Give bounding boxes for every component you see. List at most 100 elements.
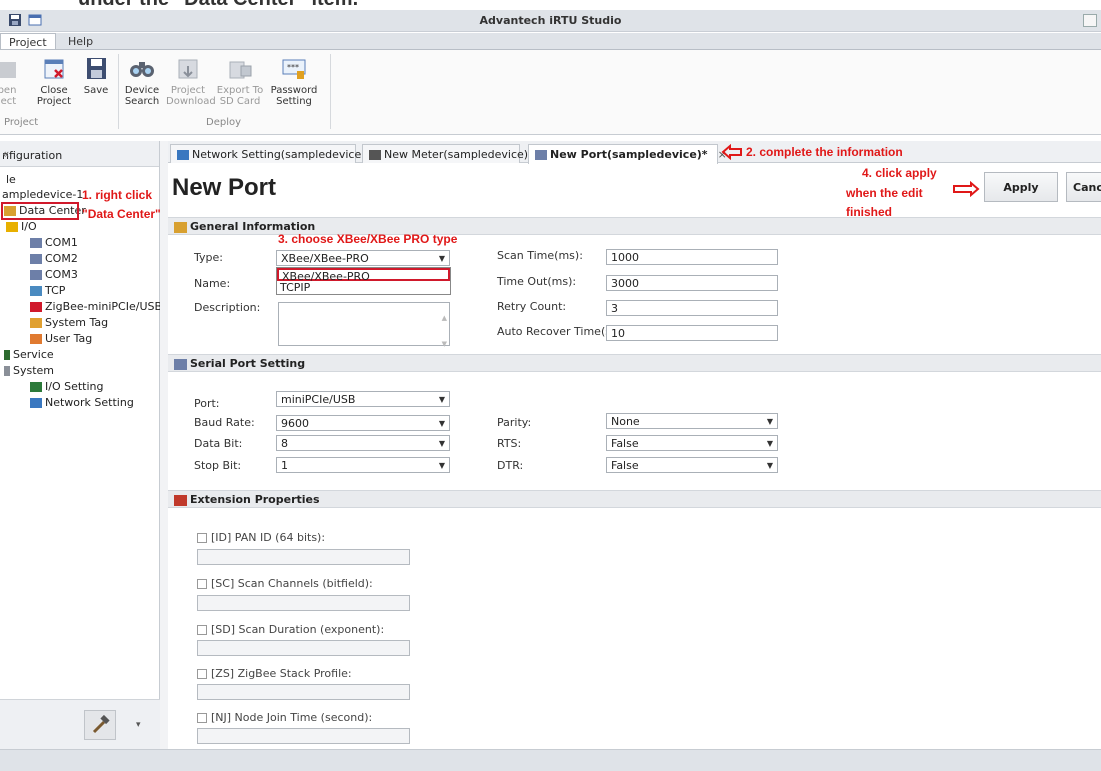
baud-rate-label: Baud Rate: [194, 416, 255, 429]
arrow-right-icon [953, 181, 980, 197]
ribbon: pen ject Close Project Save Device Searc… [0, 49, 1101, 135]
chevron-down-icon: ▼ [766, 417, 773, 426]
tag-icon [30, 334, 42, 344]
tree-item-com2[interactable]: COM2 [30, 252, 78, 266]
serial-port-icon [30, 238, 42, 248]
zigbee-stack-profile-checkbox[interactable]: [ZS] ZigBee Stack Profile: [197, 667, 352, 680]
project-download-button[interactable]: Project Download [166, 56, 216, 107]
tree-item-user-tag[interactable]: User Tag [30, 332, 92, 346]
hammer-icon[interactable] [84, 710, 116, 740]
splitter-handle[interactable] [160, 141, 168, 749]
scan-duration-input[interactable] [197, 640, 410, 656]
menu-tab-help[interactable]: Help [60, 33, 101, 50]
port-label: Port: [194, 397, 220, 410]
annotation-step3: 3. choose XBee/XBee PRO type [278, 232, 458, 246]
meter-icon [369, 150, 381, 160]
description-label: Description: [194, 301, 261, 314]
annotation-step1: 1. right click [82, 188, 153, 202]
retry-count-input[interactable]: 3 [606, 300, 778, 316]
close-project-icon [40, 56, 68, 82]
properties-icon [174, 494, 187, 506]
tree-item-system[interactable]: System [4, 364, 54, 378]
tree-item-zigbee[interactable]: ZigBee-miniPCIe/USB [30, 300, 162, 314]
type-label: Type: [194, 251, 223, 264]
chevron-down-icon: ▼ [438, 461, 445, 470]
download-icon [174, 56, 202, 82]
password-setting-button[interactable]: *** Password Setting [270, 56, 318, 107]
tree-item-service[interactable]: Service [4, 348, 54, 362]
tab-new-meter[interactable]: New Meter(sampledevice) [362, 144, 528, 163]
title-bar: Advantech iRTU Studio [0, 10, 1101, 32]
menu-tab-project[interactable]: Project [0, 33, 56, 50]
scan-duration-checkbox[interactable]: [SD] Scan Duration (exponent): [197, 623, 384, 636]
info-section-icon [174, 221, 187, 233]
stop-bit-select[interactable]: 1 ▼ [276, 457, 450, 473]
ribbon-group-project: Project [4, 117, 39, 128]
tree-item-com3[interactable]: COM3 [30, 268, 78, 282]
node-join-time-input[interactable] [197, 728, 410, 744]
tree-item-io-setting[interactable]: I/O Setting [30, 380, 104, 394]
pan-id-input[interactable] [197, 549, 410, 565]
collapse-icon[interactable]: « [2, 147, 149, 161]
port-select[interactable]: miniPCIe/USB ▼ [276, 391, 450, 407]
password-icon: *** [280, 56, 308, 82]
tab-network-setting[interactable]: Network Setting(sampledevice) [170, 144, 366, 163]
tree-item-tcp[interactable]: TCP [30, 284, 65, 298]
tree-item-module[interactable]: le [6, 173, 16, 187]
type-option-xbee[interactable]: XBee/XBee-PRO [277, 268, 450, 283]
tree-item-network-setting[interactable]: Network Setting [30, 396, 134, 410]
annotation-step2: 2. complete the information [746, 145, 903, 159]
ribbon-separator [330, 54, 331, 129]
timeout-input[interactable]: 3000 [606, 275, 778, 291]
rts-select[interactable]: False ▼ [606, 435, 778, 451]
tree-item-io[interactable]: I/O [6, 220, 37, 234]
sidebar-header: nfiguration « [0, 141, 159, 167]
export-sd-card-button[interactable]: Export To SD Card [216, 56, 264, 107]
section-serial-port-setting: Serial Port Setting [168, 354, 1101, 372]
type-select[interactable]: XBee/XBee-PRO ▼ [276, 250, 450, 266]
name-label: Name: [194, 277, 231, 290]
tab-new-port[interactable]: New Port(sampledevice)* × [528, 144, 727, 164]
scan-channels-input[interactable] [197, 595, 410, 611]
annotation-step4b: when the edit [846, 186, 923, 200]
pan-id-checkbox[interactable]: [ID] PAN ID (64 bits): [197, 531, 325, 544]
stop-bit-label: Stop Bit: [194, 459, 242, 472]
description-textarea[interactable]: ▲ ▼ [278, 302, 450, 348]
sidebar-footer: ▾ [0, 699, 160, 749]
type-dropdown-list: XBee/XBee-PRO TCPIP [276, 267, 451, 295]
serial-port-icon [30, 254, 42, 264]
scan-channels-checkbox[interactable]: [SC] Scan Channels (bitfield): [197, 577, 373, 590]
node-join-time-checkbox[interactable]: [NJ] Node Join Time (second): [197, 711, 372, 724]
data-bit-select[interactable]: 8 ▼ [276, 435, 450, 451]
annotation-step1b: "Data Center" [82, 207, 161, 221]
apply-button[interactable]: Apply [984, 172, 1058, 202]
status-bar [0, 749, 1101, 771]
save-button[interactable]: Save [82, 56, 110, 96]
auto-recover-input[interactable]: 10 [606, 325, 778, 341]
tree-item-com1[interactable]: COM1 [30, 236, 78, 250]
baud-rate-select[interactable]: 9600 ▼ [276, 415, 450, 431]
dtr-select[interactable]: False ▼ [606, 457, 778, 473]
window-control-button[interactable] [1083, 14, 1097, 27]
arrow-left-icon [721, 144, 742, 160]
cancel-button[interactable]: Cancel [1066, 172, 1101, 202]
window-title: Advantech iRTU Studio [479, 14, 622, 27]
close-project-button[interactable]: Close Project [36, 56, 72, 107]
annotation-step4a: 4. click apply [862, 166, 937, 180]
open-project-button[interactable]: pen ject [0, 56, 18, 107]
device-search-button[interactable]: Device Search [124, 56, 160, 107]
chevron-down-icon: ▼ [438, 395, 445, 404]
zigbee-stack-profile-input[interactable] [197, 684, 410, 700]
tcp-icon [30, 286, 42, 296]
checkbox-icon [197, 669, 207, 679]
parity-select[interactable]: None ▼ [606, 413, 778, 429]
caption-strip: under the "Data Center" item. [0, 0, 1101, 10]
rts-label: RTS: [497, 437, 522, 450]
chevron-down-icon[interactable]: ▾ [136, 720, 141, 730]
network-icon [177, 150, 189, 160]
tree-item-system-tag[interactable]: System Tag [30, 316, 108, 330]
page-title: New Port [172, 174, 277, 201]
scan-time-input[interactable]: 1000 [606, 249, 778, 265]
tree-item-device[interactable]: ampledevice-1 [2, 188, 83, 202]
data-bit-label: Data Bit: [194, 437, 243, 450]
